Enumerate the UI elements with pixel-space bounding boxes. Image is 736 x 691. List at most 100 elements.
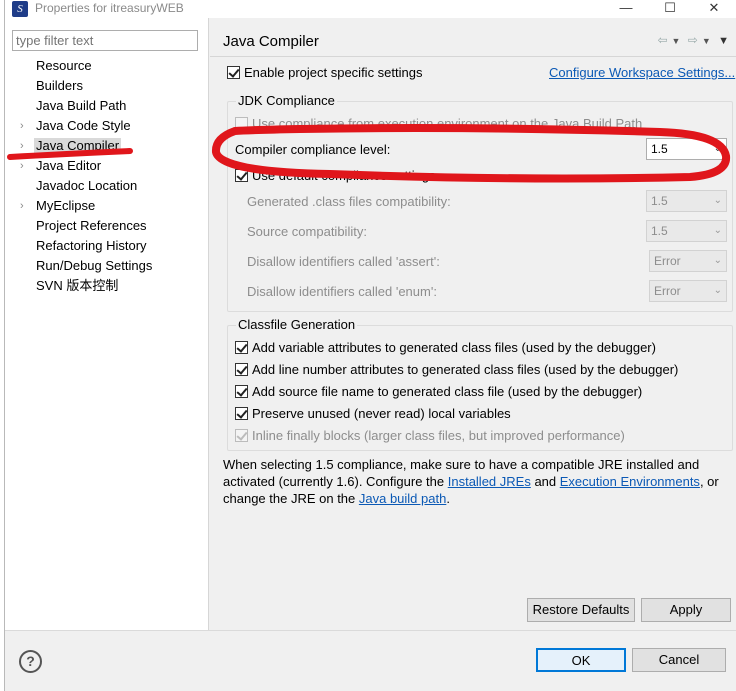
restore-defaults-button[interactable]: Restore Defaults [527, 598, 635, 622]
info-text-part: and [530, 474, 560, 489]
tree-item-label: Java Editor [36, 158, 102, 173]
classfile-option-label: Add line number attributes to generated … [252, 362, 679, 377]
source-label: Source compatibility: [247, 224, 367, 239]
installed-jres-link[interactable]: Installed JREs [448, 474, 531, 489]
page-title: Java Compiler [223, 33, 319, 50]
tree-item[interactable]: › MyEclipse [5, 196, 209, 216]
property-tree: Resource Builders Java Build Path › Java Cod… [5, 56, 209, 296]
tree-item-label: Java Code Style [36, 118, 131, 133]
window-title: Properties for itreasuryWEB [35, 1, 184, 15]
compliance-level-label: Compiler compliance level: [235, 142, 391, 157]
history-nav: ⇦ ▼ ⇨ ▼ ▼ [653, 33, 729, 47]
generated-value: 1.5 [651, 194, 668, 208]
tree-item-label: Java Build Path [36, 98, 127, 113]
back-arrow-icon[interactable]: ⇦ [657, 33, 667, 47]
generated-label: Generated .class files compatibility: [247, 194, 451, 209]
tree-item[interactable]: Java Build Path [5, 96, 209, 116]
help-icon[interactable]: ? [19, 650, 42, 673]
java-build-path-link[interactable]: Java build path [359, 491, 446, 506]
classfile-option-label: Preserve unused (never read) local varia… [252, 406, 511, 421]
tree-item-label: SVN 版本控制 [36, 278, 119, 293]
settings-panel: Java Compiler ⇦ ▼ ⇨ ▼ ▼ Enable project spe… [210, 18, 736, 630]
classfile-option-row[interactable]: Add line number attributes to generated … [235, 362, 678, 377]
execution-environments-link[interactable]: Execution Environments [560, 474, 700, 489]
apply-button[interactable]: Apply [641, 598, 731, 622]
classfile-option-row[interactable]: Add variable attributes to generated cla… [235, 340, 656, 355]
classfile-option-row[interactable]: Preserve unused (never read) local varia… [235, 406, 511, 421]
filter-input[interactable] [12, 30, 198, 51]
classfile-option-label: Add source file name to generated class … [252, 384, 643, 399]
source-select[interactable]: 1.5 ⌄ [646, 220, 727, 242]
tree-item[interactable]: Builders [5, 76, 209, 96]
enum-label: Disallow identifiers called 'enum': [247, 284, 437, 299]
enum-value: Error [654, 284, 681, 298]
tree-item[interactable]: Refactoring History [5, 236, 209, 256]
jdk-compliance-title: JDK Compliance [236, 93, 337, 108]
enable-specific-row[interactable]: Enable project specific settings [227, 65, 422, 80]
classfile-option-row[interactable]: Inline finally blocks (larger class file… [235, 428, 625, 443]
chevron-down-icon: ⌄ [713, 195, 722, 206]
classfile-option-label: Add variable attributes to generated cla… [252, 340, 656, 355]
tree-item[interactable]: Run/Debug Settings [5, 256, 209, 276]
classfile-option-checkbox[interactable] [235, 429, 248, 442]
expand-arrow-icon[interactable]: › [20, 116, 24, 136]
classfile-option-checkbox[interactable] [235, 341, 248, 354]
tree-item[interactable]: Resource [5, 56, 209, 76]
tree-item[interactable]: › Java Code Style [5, 116, 209, 136]
use-default-checkbox[interactable] [235, 169, 248, 182]
minimize-button[interactable]: — [611, 0, 641, 18]
chevron-down-icon: ⌄ [713, 255, 722, 266]
classfile-title: Classfile Generation [236, 317, 358, 332]
classfile-option-checkbox[interactable] [235, 407, 248, 420]
tree-item-label: Java Compiler [34, 138, 122, 153]
enable-specific-checkbox[interactable] [227, 66, 240, 79]
close-button[interactable]: ✕ [699, 0, 729, 18]
tree-item-label: Run/Debug Settings [36, 258, 153, 273]
compliance-info-text: When selecting 1.5 compliance, make sure… [223, 456, 728, 507]
classfile-option-label: Inline finally blocks (larger class file… [252, 428, 625, 443]
enum-select[interactable]: Error ⌄ [649, 280, 727, 302]
generated-select[interactable]: 1.5 ⌄ [646, 190, 727, 212]
expand-arrow-icon[interactable]: › [20, 196, 24, 216]
use-compliance-env-label: Use compliance from execution environmen… [252, 116, 643, 131]
tree-item[interactable]: Javadoc Location [5, 176, 209, 196]
assert-select[interactable]: Error ⌄ [649, 250, 727, 272]
title-divider [210, 56, 736, 57]
forward-menu-icon[interactable]: ▼ [702, 36, 711, 46]
tree-item-label: Resource [36, 58, 92, 73]
chevron-down-icon: ⌄ [713, 225, 722, 236]
cancel-button[interactable]: Cancel [632, 648, 726, 672]
back-menu-icon[interactable]: ▼ [672, 36, 681, 46]
tree-item[interactable]: › Java Compiler [5, 136, 209, 156]
tree-item-label: Project References [36, 218, 147, 233]
forward-arrow-icon[interactable]: ⇨ [688, 33, 698, 47]
tree-item[interactable]: Project References [5, 216, 209, 236]
compliance-level-value: 1.5 [651, 142, 668, 156]
properties-dialog: S Properties for itreasuryWEB — ☐ ✕ Reso… [4, 0, 736, 691]
assert-label: Disallow identifiers called 'assert': [247, 254, 440, 269]
tree-item-label: Javadoc Location [36, 178, 138, 193]
use-default-label: Use default compliance settings [252, 168, 436, 183]
compliance-level-select[interactable]: 1.5 ⌄ [646, 138, 727, 160]
assert-value: Error [654, 254, 681, 268]
view-menu-icon[interactable]: ▼ [718, 35, 729, 47]
tree-item[interactable]: SVN 版本控制 [5, 276, 209, 296]
dialog-footer: ? OK Cancel [5, 630, 736, 691]
chevron-down-icon: ⌄ [713, 143, 722, 154]
expand-arrow-icon[interactable]: › [20, 156, 24, 176]
info-text-part: . [446, 491, 450, 506]
ok-button[interactable]: OK [536, 648, 626, 672]
classfile-option-checkbox[interactable] [235, 385, 248, 398]
chevron-down-icon: ⌄ [713, 285, 722, 296]
maximize-button[interactable]: ☐ [655, 0, 685, 18]
classfile-option-checkbox[interactable] [235, 363, 248, 376]
classfile-option-row[interactable]: Add source file name to generated class … [235, 384, 642, 399]
use-default-row[interactable]: Use default compliance settings [235, 168, 436, 183]
configure-workspace-link[interactable]: Configure Workspace Settings... [549, 65, 735, 80]
expand-arrow-icon[interactable]: › [20, 136, 24, 156]
use-compliance-env-row[interactable]: Use compliance from execution environmen… [235, 116, 642, 131]
source-value: 1.5 [651, 224, 668, 238]
tree-item[interactable]: › Java Editor [5, 156, 209, 176]
use-compliance-env-checkbox[interactable] [235, 117, 248, 130]
navigation-panel: Resource Builders Java Build Path › Java Cod… [5, 18, 209, 630]
